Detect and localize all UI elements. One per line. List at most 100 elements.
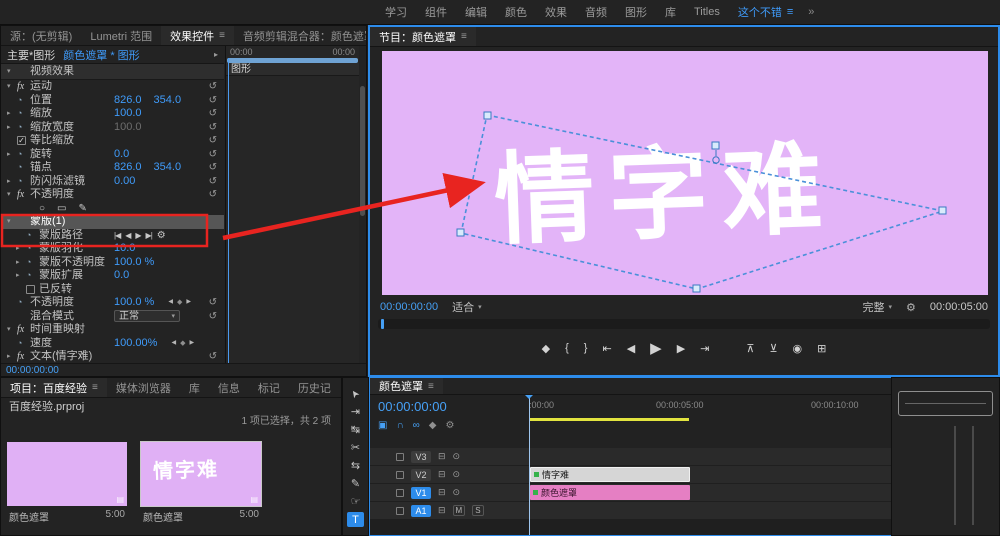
playhead[interactable] [381, 319, 384, 329]
track-lock-icon[interactable] [396, 506, 404, 515]
track-lock-icon[interactable] [396, 452, 404, 461]
clip-thumbnail[interactable]: ▤ [7, 442, 127, 506]
panel-tab-0[interactable]: 源：(无剪辑) [1, 26, 81, 45]
mask-path[interactable] [460, 114, 947, 290]
clip-thumbnail[interactable]: 情字难 ▤ [140, 441, 262, 507]
panel-tab-5[interactable]: 历史记 [289, 378, 340, 397]
track-one-frame-back-button[interactable]: |◀ [114, 229, 121, 242]
workspace-tab-6[interactable]: 图形 [616, 4, 656, 20]
stopwatch-icon[interactable]: ◔ [17, 175, 30, 188]
param-value[interactable]: 100.0 [114, 107, 142, 120]
pen-tool[interactable]: ✎ [347, 476, 364, 491]
stopwatch-icon[interactable]: ◔ [17, 94, 30, 107]
disclosure-triangle-icon[interactable]: ▾ [7, 80, 17, 93]
track-lock-icon[interactable] [396, 470, 404, 479]
zoom-level-select[interactable]: 适合 ▾ [452, 299, 482, 315]
solo-track-button[interactable]: S [472, 505, 484, 516]
timeline-clip[interactable]: 颜色遮罩 [530, 485, 690, 500]
disclosure-triangle-icon[interactable]: ▾ [7, 323, 17, 336]
mask-vertex-handles[interactable] [456, 111, 947, 293]
track-lane[interactable]: 情字难 [529, 466, 891, 483]
insert-track-icon[interactable]: ⊟ [438, 505, 446, 516]
program-timecode[interactable]: 00:00:00:00 [380, 301, 438, 313]
panel-tab-1[interactable]: 媒体浏览器 [107, 378, 180, 397]
program-scrub-bar[interactable] [378, 319, 990, 329]
reset-parameter-icon[interactable]: ↺ [209, 310, 217, 323]
track-lane[interactable] [529, 448, 891, 465]
insert-track-icon[interactable]: ⊟ [438, 451, 446, 462]
disclosure-triangle-icon[interactable]: ▸ [7, 121, 17, 134]
param-value[interactable]: 0.0 [114, 148, 129, 161]
slip-tool[interactable]: ⇆ [347, 458, 364, 473]
timeline-view-toggle-icon[interactable]: ▸ [214, 50, 218, 59]
workspace-tab-8[interactable]: Titles [685, 6, 729, 18]
workspace-tab-9[interactable]: 这个不错 ≡ [729, 4, 802, 20]
mask-feather-handle[interactable] [712, 156, 720, 164]
reset-parameter-icon[interactable]: ↺ [209, 148, 217, 161]
program-monitor-tab[interactable]: 节目：颜色遮罩 ≡ [370, 27, 476, 46]
insert-track-icon[interactable]: ⊟ [438, 469, 446, 480]
panel-menu-icon[interactable]: ≡ [219, 30, 225, 41]
disclosure-triangle-icon[interactable]: ▸ [7, 350, 17, 363]
disclosure-triangle-icon[interactable]: ▸ [7, 107, 17, 120]
snap-toggle[interactable]: ∩ [396, 420, 403, 431]
panel-tab-2[interactable]: 库 [180, 378, 209, 397]
panel-menu-icon[interactable]: ≡ [92, 382, 98, 393]
stopwatch-icon[interactable]: ◔ [17, 148, 30, 161]
add-keyframe-button[interactable]: ◆ [177, 296, 182, 309]
param-value[interactable]: 100.0 [114, 121, 142, 134]
add-marker-button[interactable]: ◆ [429, 420, 437, 431]
panel-tab-2[interactable]: 效果控件 ≡ [161, 26, 234, 45]
razor-tool[interactable]: ✂ [347, 440, 364, 455]
project-item[interactable]: 情字难 ▤ 颜色遮罩 5:00 [140, 441, 262, 524]
track-one-frame-forward-button[interactable]: ▶| [146, 229, 153, 242]
disclosure-triangle-icon[interactable]: ▸ [7, 175, 17, 188]
panel-tab-1[interactable]: Lumetri 范围 [81, 26, 161, 45]
sequence-tab[interactable]: 颜色遮罩 ≡ [370, 378, 443, 394]
timeline-ruler[interactable]: :00:00 00:00:05:00 00:00:10:00 [529, 399, 891, 413]
param-value[interactable]: 826.0 [114, 94, 142, 107]
param-value[interactable]: 100.00% [114, 337, 157, 350]
param-value[interactable]: 0.0 [114, 269, 129, 282]
workspace-tab-2[interactable]: 编辑 [456, 4, 496, 20]
stopwatch-icon[interactable]: ◔ [26, 229, 39, 242]
disclosure-triangle-icon[interactable]: ▾ [7, 188, 17, 201]
track-backward-button[interactable]: ◀ [125, 229, 131, 242]
panel-menu-icon[interactable]: ≡ [428, 381, 434, 392]
disclosure-triangle-icon[interactable]: ▾ [7, 215, 17, 228]
timeline-settings-button[interactable]: ⚙ [445, 420, 454, 431]
toggle-track-output-eye-icon[interactable]: ⊙ [453, 487, 461, 498]
playback-resolution-select[interactable]: 完整 ▾ [862, 299, 892, 315]
scrollbar[interactable] [360, 86, 365, 216]
reset-parameter-icon[interactable]: ↺ [209, 80, 217, 93]
track-target-button[interactable]: V1 [411, 486, 431, 499]
workspace-tab-3[interactable]: 颜色 [496, 4, 536, 20]
disclosure-triangle-icon[interactable]: ▸ [16, 242, 26, 255]
reset-parameter-icon[interactable]: ↺ [209, 175, 217, 188]
next-keyframe-button[interactable]: ▶ [189, 337, 194, 350]
tab-overflow-icon[interactable]: » [340, 378, 341, 397]
create-bezier-mask-icon[interactable]: ✎ [79, 202, 87, 215]
step-forward-button[interactable]: ▶ [677, 342, 685, 355]
toggle-track-output-eye-icon[interactable]: ⊙ [453, 451, 461, 462]
reset-parameter-icon[interactable]: ↺ [209, 188, 217, 201]
export-frame-button[interactable]: ◉ [793, 342, 803, 355]
panel-tab-3[interactable]: 信息 [209, 378, 249, 397]
stopwatch-icon[interactable]: ◔ [26, 269, 39, 282]
playhead[interactable] [525, 395, 533, 535]
project-item[interactable]: ▤ 颜色遮罩 5:00 [7, 442, 127, 524]
project-file-name[interactable]: 百度经验.prproj [9, 398, 84, 414]
lift-button[interactable]: ⊼ [746, 342, 754, 355]
previous-keyframe-button[interactable]: ◀ [168, 296, 173, 309]
checkbox[interactable]: ✓ [17, 136, 26, 146]
track-forward-button[interactable]: ▶ [135, 229, 141, 242]
param-value[interactable]: 0.00 [114, 175, 135, 188]
stopwatch-icon[interactable]: ◔ [17, 337, 30, 350]
add-marker-button[interactable]: ◆ [542, 342, 550, 355]
reset-parameter-icon[interactable]: ↺ [209, 121, 217, 134]
stopwatch-icon[interactable]: ◔ [17, 161, 30, 174]
param-value[interactable]: 826.0 [114, 161, 142, 174]
timeline-clip[interactable]: 情字难 [530, 467, 690, 482]
track-target-button[interactable]: V3 [411, 450, 431, 463]
item-name[interactable]: 颜色遮罩 [143, 509, 183, 524]
